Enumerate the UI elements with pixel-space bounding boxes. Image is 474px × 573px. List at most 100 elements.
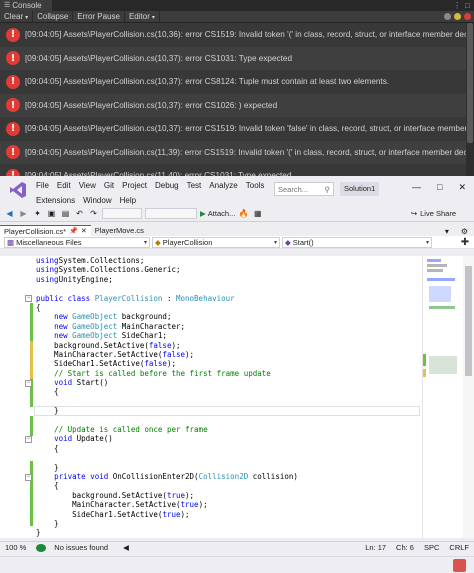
editor-vertical-scrollbar[interactable] [463, 256, 474, 538]
new-item-icon[interactable]: ✦ [32, 208, 43, 219]
pin-icon[interactable]: 📌 [69, 226, 78, 237]
collapse-button[interactable]: Collapse [33, 10, 74, 23]
scroll-left-icon[interactable]: ◀ [118, 543, 134, 552]
tab-console[interactable]: ☰ Console [0, 0, 52, 11]
forward-icon[interactable]: ▶ [18, 208, 29, 219]
code-line[interactable]: SideChar1.SetActive(true); [36, 510, 420, 519]
menu-item-tools[interactable]: Tools [242, 176, 269, 190]
tab-overflow-icon[interactable]: ▾ [439, 227, 455, 236]
code-line[interactable]: } [36, 463, 420, 472]
code-line[interactable]: MainCharacter.SetActive(true); [36, 500, 420, 509]
menu-item-test[interactable]: Test [183, 176, 206, 190]
minimap[interactable] [422, 256, 462, 538]
code-line[interactable]: } [36, 528, 420, 537]
menu-item-help[interactable]: Help [116, 191, 140, 205]
close-tab-icon[interactable]: ✕ [81, 226, 87, 237]
tab-playercollision[interactable]: PlayerCollision.cs* 📌 ✕ [0, 225, 91, 236]
zoom-level[interactable]: 100 % [0, 543, 31, 552]
console-message-row[interactable]: ! [09:04:05] Assets\PlayerCollision.cs(10… [0, 23, 474, 47]
attach-button[interactable]: ▶ Attach... [200, 209, 235, 218]
menu-item-window[interactable]: Window [79, 191, 115, 205]
code-line[interactable]: MainCharacter.SetActive(false); [36, 350, 420, 359]
platform-dropdown[interactable] [145, 208, 197, 219]
issues-indicator[interactable]: No issues found [31, 543, 118, 552]
line-ending-indicator[interactable]: CRLF [444, 543, 474, 552]
code-line[interactable] [36, 416, 420, 425]
code-line[interactable]: new GameObject background; [36, 312, 420, 321]
code-text[interactable]: usingSystem.Collections; usingSystem.Coll… [36, 256, 420, 538]
code-line[interactable]: SideChar1.SetActive(false); [36, 359, 420, 368]
scrollbar-thumb[interactable] [465, 266, 472, 376]
back-icon[interactable]: ◀ [4, 208, 15, 219]
notification-icon[interactable] [453, 559, 466, 572]
minimize-icon[interactable]: — [412, 182, 421, 193]
console-message-row[interactable]: ! [09:04:05] Assets\PlayerCollision.cs(10… [0, 117, 474, 141]
code-line[interactable]: background.SetActive(false); [36, 341, 420, 350]
collapse-icon[interactable]: − [25, 474, 32, 481]
maximize-icon[interactable]: □ [437, 182, 442, 193]
code-editor[interactable]: − − − − usingSystem.Collections; usingSys… [0, 256, 474, 538]
code-line[interactable]: new GameObject MainCharacter; [36, 322, 420, 331]
console-message-row[interactable]: ! [09:04:05] Assets\PlayerCollision.cs(10… [0, 70, 474, 94]
code-line[interactable]: new GameObject SideChar1; [36, 331, 420, 340]
console-message-row[interactable]: ! [09:04:05] Assets\PlayerCollision.cs(10… [0, 46, 474, 70]
code-line[interactable]: { [36, 303, 420, 312]
code-line[interactable] [36, 453, 420, 462]
member-dropdown[interactable]: ◆ Start() ▾ [282, 236, 432, 248]
type-dropdown[interactable]: ◆ PlayerCollision ▾ [152, 236, 280, 248]
code-line[interactable]: void Update() [36, 434, 420, 443]
kebab-menu-icon[interactable]: ⋮ [453, 1, 461, 10]
tab-playermove[interactable]: PlayerMove.cs [90, 225, 148, 236]
error-pause-button[interactable]: Error Pause [73, 10, 125, 23]
code-line[interactable] [36, 284, 420, 293]
code-line[interactable]: void Start() [36, 378, 420, 387]
maximize-icon[interactable]: □ [465, 1, 470, 10]
code-line[interactable] [36, 397, 420, 406]
code-line[interactable]: } [36, 406, 420, 415]
code-line[interactable]: usingSystem.Collections.Generic; [36, 265, 420, 274]
code-line[interactable]: { [36, 387, 420, 396]
collapse-icon[interactable]: − [25, 436, 32, 443]
clear-button[interactable]: Clear ▾ [0, 10, 34, 23]
menu-item-project[interactable]: Project [118, 176, 151, 190]
code-line[interactable]: { [36, 444, 420, 453]
scrollbar-thumb[interactable] [467, 23, 473, 143]
settings-icon[interactable]: ⚙ [455, 227, 474, 236]
editor-dropdown[interactable]: Editor ▾ [125, 10, 160, 23]
hot-reload-icon[interactable]: 🔥 [238, 208, 249, 219]
menu-item-file[interactable]: File [32, 176, 53, 190]
menu-item-view[interactable]: View [75, 176, 100, 190]
redo-icon[interactable]: ↷ [88, 208, 99, 219]
log-filter-error[interactable] [464, 13, 471, 20]
code-line[interactable]: usingUnityEngine; [36, 275, 420, 284]
toolbar-extra-icon[interactable]: ▦ [252, 208, 263, 219]
code-line[interactable]: { [36, 481, 420, 490]
code-line[interactable]: usingSystem.Collections; [36, 256, 420, 265]
log-filter-warning[interactable] [454, 13, 461, 20]
live-share-button[interactable]: ↪ Live Share [411, 209, 474, 218]
save-all-icon[interactable]: ▤ [60, 208, 71, 219]
close-icon[interactable]: ✕ [458, 182, 466, 193]
menu-item-extensions[interactable]: Extensions [32, 191, 79, 205]
code-line[interactable]: background.SetActive(true); [36, 491, 420, 500]
code-line[interactable]: // Start is called before the first fram… [36, 369, 420, 378]
menu-item-debug[interactable]: Debug [151, 176, 183, 190]
project-dropdown[interactable]: ▩ Miscellaneous Files ▾ [4, 236, 150, 248]
menu-item-analyze[interactable]: Analyze [205, 176, 241, 190]
console-message-row[interactable]: ! [09:04:05] Assets\PlayerCollision.cs(10… [0, 93, 474, 117]
console-message-row[interactable]: ! [09:04:05] Assets\PlayerCollision.cs(11… [0, 140, 474, 164]
console-message-row[interactable]: ! [09:04:05] Assets\PlayerCollision.cs(11… [0, 164, 474, 176]
config-dropdown[interactable] [102, 208, 142, 219]
undo-icon[interactable]: ↶ [74, 208, 85, 219]
whitespace-indicator[interactable]: SPC [419, 543, 444, 552]
menu-item-edit[interactable]: Edit [53, 176, 75, 190]
collapse-icon[interactable]: − [25, 380, 32, 387]
collapse-icon[interactable]: − [25, 295, 32, 302]
console-scrollbar[interactable] [466, 23, 474, 176]
menu-item-git[interactable]: Git [100, 176, 118, 190]
code-line[interactable]: private void OnCollisionEnter2D(Collisio… [36, 472, 420, 481]
log-filter-info[interactable] [444, 13, 451, 20]
search-box[interactable]: Search... ⚲ [274, 182, 334, 196]
code-line[interactable]: } [36, 519, 420, 528]
code-line[interactable]: // Update is called once per frame [36, 425, 420, 434]
